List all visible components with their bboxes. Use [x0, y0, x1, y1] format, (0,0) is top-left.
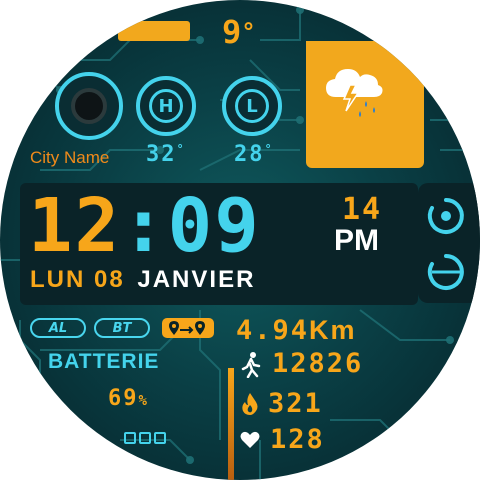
route-icon[interactable]: [162, 318, 214, 338]
low-temp-letter: L: [246, 95, 258, 117]
heart-rate-value: 128: [270, 424, 325, 455]
low-temp-badge: L: [235, 89, 269, 123]
high-temp-unit: °: [176, 142, 186, 156]
date-month: JANVIER: [137, 266, 256, 293]
high-temp-number: 32: [146, 142, 177, 167]
high-temp-letter: H: [158, 95, 174, 117]
high-temp-badge: H: [149, 89, 183, 123]
battery-label: BATTERIE: [48, 350, 160, 373]
date-number: 08: [94, 266, 125, 293]
bluetooth-chip[interactable]: BT: [94, 318, 150, 338]
battery-percent: 69: [108, 386, 139, 411]
date-day: LUN: [30, 266, 86, 293]
location-dot-icon: [71, 88, 107, 124]
calories-value: 321: [268, 388, 323, 419]
time-display[interactable]: 12:09: [28, 184, 261, 268]
refresh-bottom-icon[interactable]: [426, 252, 466, 292]
temperature-value: 9: [222, 13, 242, 51]
watch-face: 9° City Name H 32° L 28° 12:09 14 PM LUN…: [0, 0, 480, 480]
battery-unit: %: [138, 393, 149, 409]
page-indicator: [124, 432, 166, 444]
top-accent-bar: [118, 21, 190, 41]
time-ampm: PM: [334, 224, 379, 257]
weather-panel[interactable]: [306, 41, 424, 168]
steps-value: 12826: [272, 348, 364, 379]
location-button[interactable]: [55, 72, 123, 140]
refresh-top-icon[interactable]: [426, 196, 466, 236]
time-minutes: 09: [167, 183, 261, 269]
page-dot: [124, 432, 136, 444]
vertical-divider: [228, 368, 234, 480]
route-pin-icon: [169, 321, 205, 335]
low-temp-value: 28°: [234, 142, 274, 167]
low-temp-ring: L: [222, 76, 282, 136]
low-temp-number: 28: [234, 142, 265, 167]
distance-row[interactable]: 4.94Km: [236, 314, 357, 347]
time-hours: 12: [28, 183, 122, 269]
time-colon: :: [121, 183, 168, 269]
runner-icon: [241, 352, 261, 378]
distance-value: 4.94: [236, 315, 310, 346]
page-dot: [139, 432, 151, 444]
weather-temperature: 9°: [222, 14, 256, 50]
heart-icon: [240, 431, 260, 448]
high-temp-value: 32°: [146, 142, 186, 167]
battery-value: 69%: [108, 386, 149, 411]
flame-icon: [242, 393, 258, 415]
distance-unit: Km: [309, 315, 357, 345]
high-temp-ring: H: [136, 76, 196, 136]
time-seconds: 14: [342, 192, 383, 227]
alarm-chip[interactable]: AL: [30, 318, 86, 338]
date-line[interactable]: LUN 08 JANVIER: [30, 266, 255, 294]
thunder-rain-cloud-icon: [326, 69, 383, 117]
low-temp-unit: °: [264, 142, 274, 156]
city-name: City Name: [30, 148, 110, 167]
temperature-unit: °: [241, 18, 256, 46]
page-dot: [154, 432, 166, 444]
